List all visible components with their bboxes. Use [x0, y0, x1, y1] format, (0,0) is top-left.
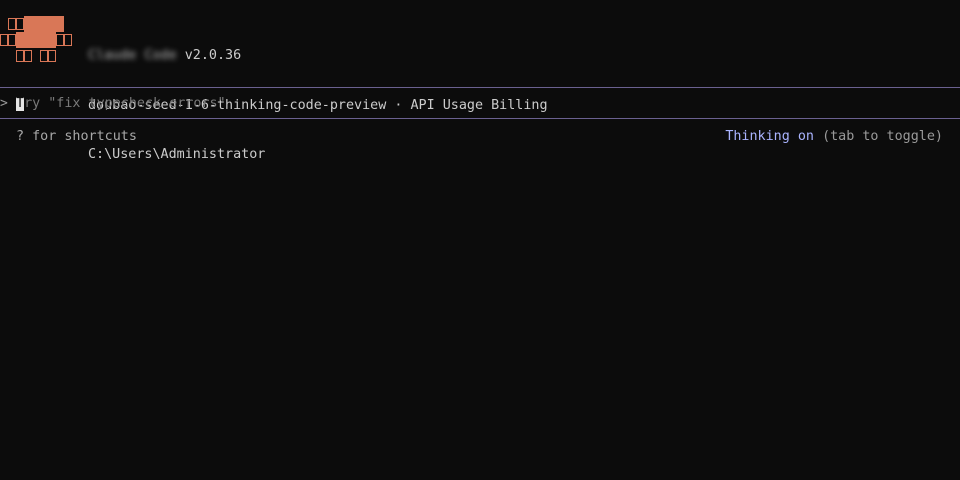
version-label: v2.0.36 — [184, 48, 242, 63]
prompt-input-box[interactable]: > Try "fix typecheck errors" — [0, 87, 960, 119]
toggle-hint: (tab to toggle) — [822, 129, 943, 144]
terminal-window: Claude Code v2.0.36 doubao-seed-1-6-thin… — [0, 0, 960, 480]
chevron-right-icon: > — [0, 96, 8, 111]
prompt-placeholder[interactable]: Try "fix typecheck errors" — [16, 97, 226, 111]
placeholder-first-char: T — [16, 96, 25, 111]
title-line: Claude Code v2.0.36 — [88, 48, 548, 65]
cwd-line: C:\Users\Administrator — [88, 147, 548, 164]
shortcuts-hint: ? for shortcuts — [16, 129, 137, 144]
app-logo-icon — [0, 16, 80, 64]
placeholder-rest: ry "fix typecheck errors" — [24, 96, 226, 111]
working-directory: C:\Users\Administrator — [88, 147, 266, 162]
app-name: Claude Code — [88, 48, 177, 63]
thinking-status: Thinking on — [725, 129, 814, 144]
thinking-toggle-hint: Thinking on (tab to toggle) — [725, 129, 943, 144]
